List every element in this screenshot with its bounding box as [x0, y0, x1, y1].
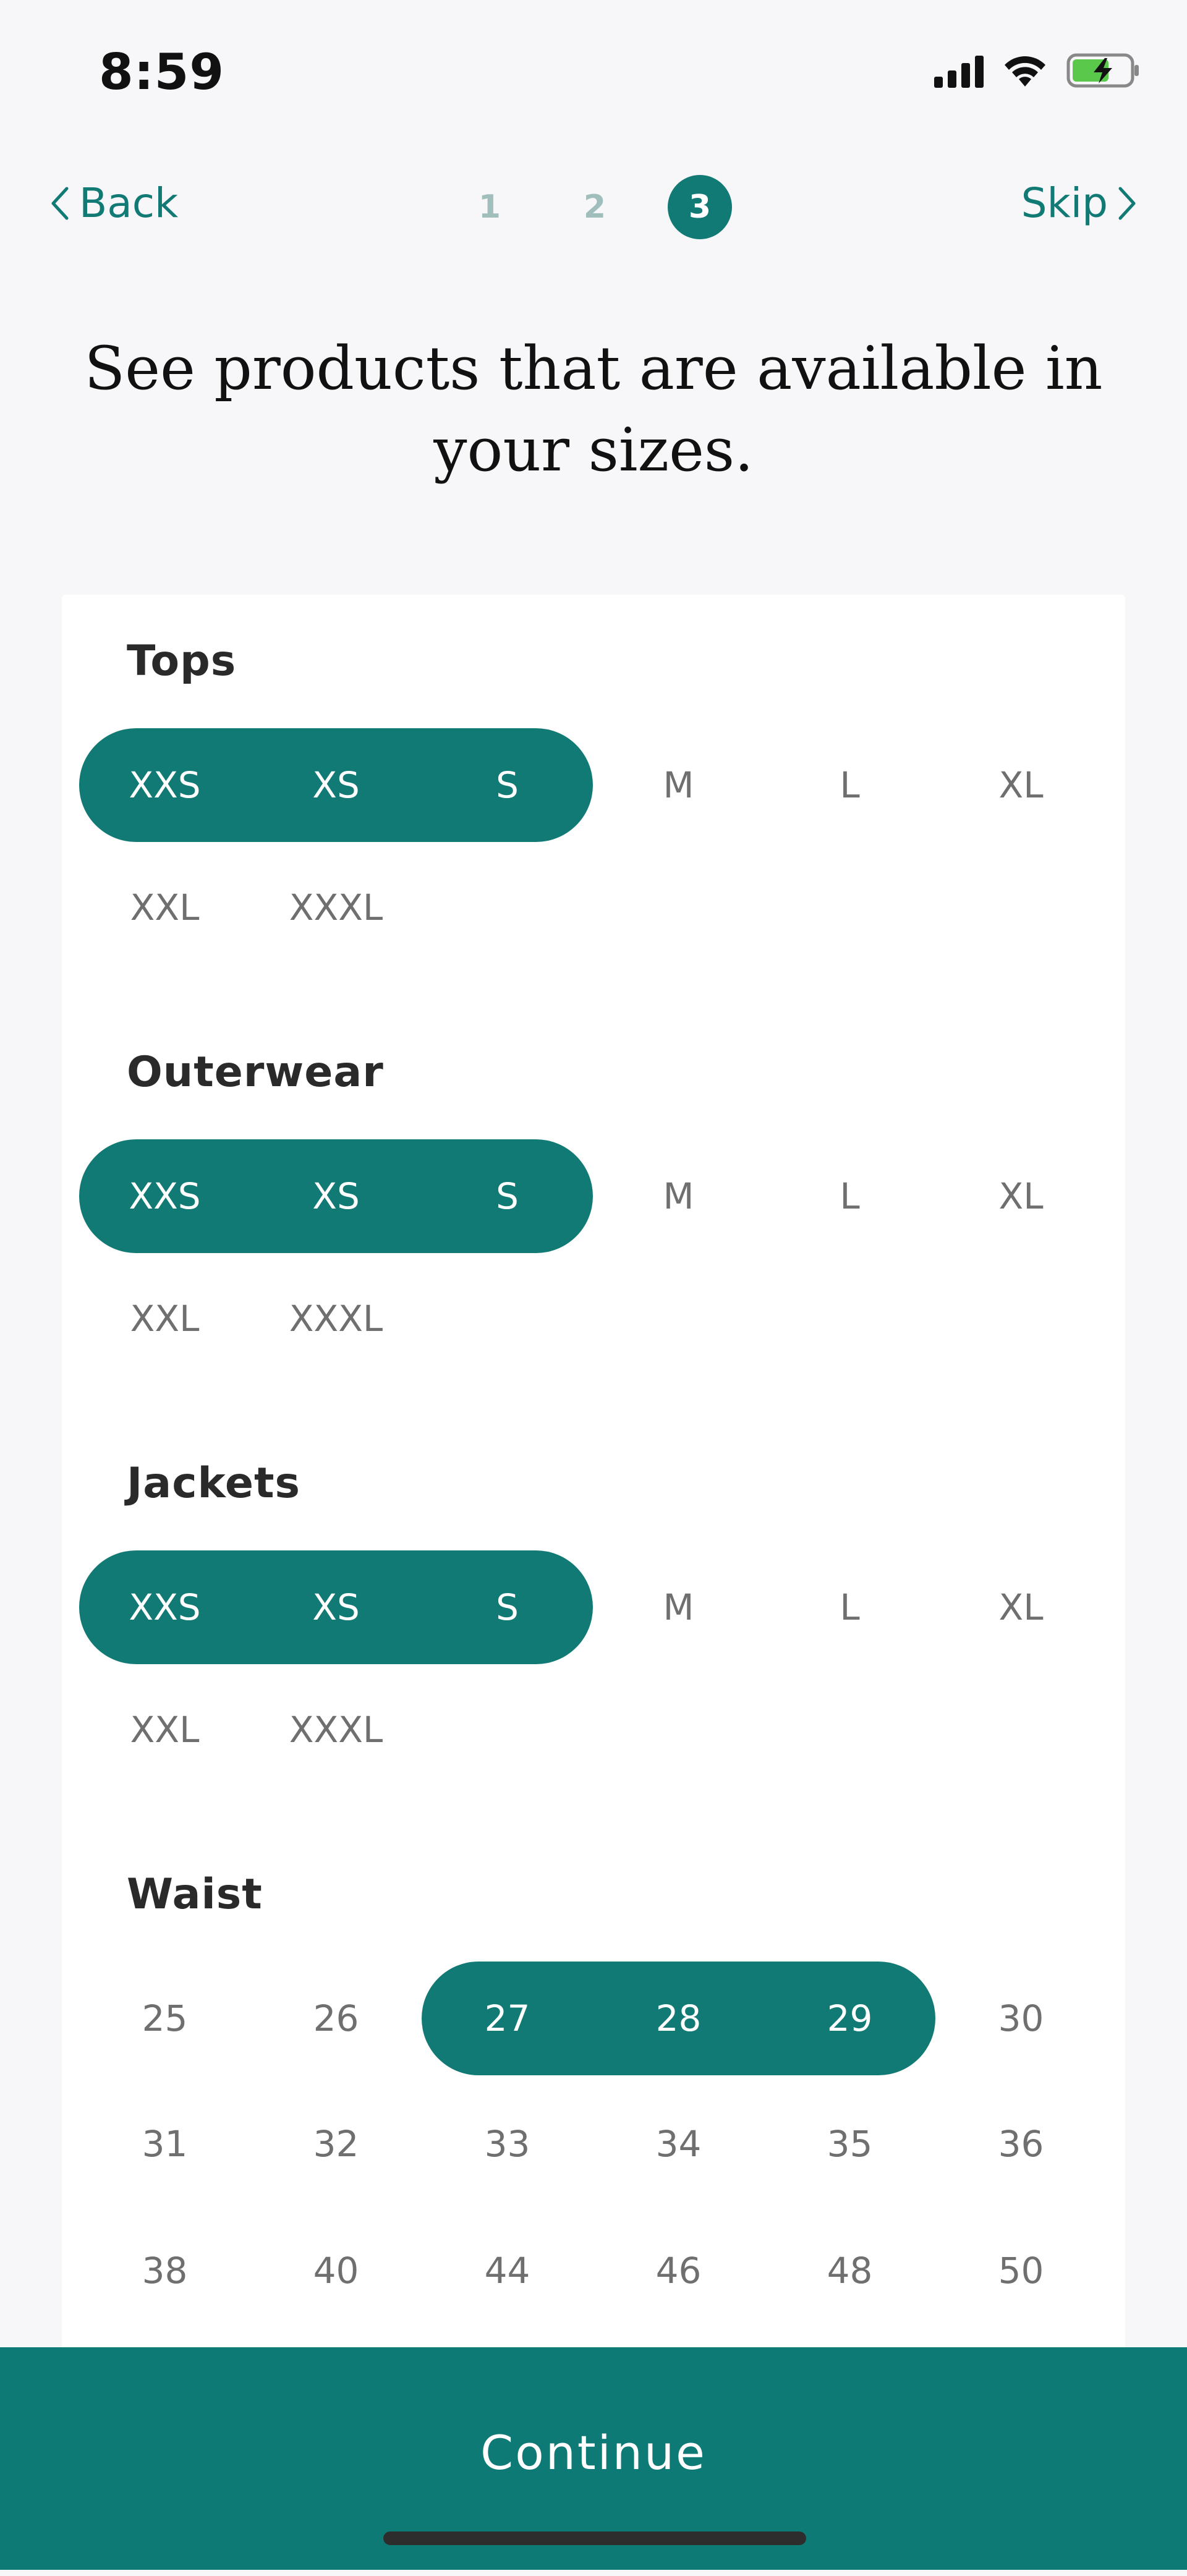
- step-indicator: 1 2 3: [457, 173, 736, 241]
- size-option-waist[interactable]: 50: [935, 2214, 1107, 2327]
- size-option-jackets[interactable]: M: [593, 1550, 764, 1664]
- size-option-outerwear[interactable]: XL: [935, 1139, 1107, 1253]
- size-option-tops[interactable]: XXS: [79, 728, 250, 842]
- size-option-waist[interactable]: 44: [422, 2214, 593, 2327]
- chevron-left-icon: [51, 187, 69, 219]
- battery-charging-icon: [1066, 53, 1139, 88]
- section-title-tops: Tops: [127, 637, 237, 686]
- size-row-waist-1: 25 26 27 28 29 30: [79, 1962, 1108, 2075]
- status-icons: [934, 53, 1141, 88]
- skip-label: Skip: [1021, 179, 1108, 227]
- size-option-outerwear[interactable]: XXL: [79, 1262, 250, 1375]
- size-option-waist[interactable]: 30: [935, 1962, 1107, 2075]
- size-option-waist[interactable]: 27: [422, 1962, 593, 2075]
- size-option-tops[interactable]: XXL: [79, 851, 250, 964]
- size-row-tops-1: XXS XS S M L XL: [79, 728, 1108, 842]
- size-row-jackets-1: XXS XS S M L XL: [79, 1550, 1108, 1664]
- size-option-waist[interactable]: 36: [935, 2087, 1107, 2201]
- size-option-waist[interactable]: 29: [764, 1962, 935, 2075]
- size-row-outerwear-2: XXL XXXL: [79, 1262, 1108, 1375]
- size-row-waist-3: 38 40 44 46 48 50: [79, 2214, 1108, 2327]
- nav-bar: Back 1 2 3 Skip: [0, 167, 1187, 247]
- size-option-waist[interactable]: 48: [764, 2214, 935, 2327]
- size-option-tops[interactable]: L: [764, 728, 935, 842]
- size-option-jackets[interactable]: XS: [250, 1550, 422, 1664]
- size-row-waist-2: 31 32 33 34 35 36: [79, 2087, 1108, 2201]
- size-row-tops-2: XXL XXXL: [79, 851, 1108, 964]
- size-option-jackets[interactable]: L: [764, 1550, 935, 1664]
- status-time: 8:59: [99, 43, 224, 101]
- size-option-waist[interactable]: 33: [422, 2087, 593, 2201]
- size-option-outerwear[interactable]: XXXL: [250, 1262, 422, 1375]
- size-option-waist[interactable]: 25: [79, 1962, 250, 2075]
- skip-button[interactable]: Skip: [1021, 179, 1139, 227]
- size-option-tops[interactable]: XS: [250, 728, 422, 842]
- size-option-waist[interactable]: 38: [79, 2214, 250, 2327]
- step-3-current: 3: [668, 175, 732, 239]
- chevron-right-icon: [1118, 187, 1136, 219]
- size-option-waist[interactable]: 35: [764, 2087, 935, 2201]
- page-title: See products that are available in your …: [84, 334, 1103, 485]
- size-option-tops[interactable]: S: [422, 728, 593, 842]
- back-button[interactable]: Back: [48, 179, 178, 227]
- step-2: 2: [583, 189, 606, 226]
- size-option-waist[interactable]: 46: [593, 2214, 764, 2327]
- size-option-waist[interactable]: 31: [79, 2087, 250, 2201]
- step-1: 1: [478, 189, 501, 226]
- section-title-outerwear: Outerwear: [127, 1048, 384, 1097]
- size-option-jackets[interactable]: XXXL: [250, 1673, 422, 1787]
- size-row-outerwear-1: XXS XS S M L XL: [79, 1139, 1108, 1253]
- size-option-waist[interactable]: 34: [593, 2087, 764, 2201]
- size-option-waist[interactable]: 26: [250, 1962, 422, 2075]
- wifi-icon: [1005, 56, 1045, 87]
- size-option-jackets[interactable]: XXS: [79, 1550, 250, 1664]
- size-option-outerwear[interactable]: XS: [250, 1139, 422, 1253]
- size-row-jackets-2: XXL XXXL: [79, 1673, 1108, 1787]
- home-indicator: [383, 2531, 806, 2545]
- size-option-jackets[interactable]: XXL: [79, 1673, 250, 1787]
- size-option-waist[interactable]: 32: [250, 2087, 422, 2201]
- size-option-tops[interactable]: XXXL: [250, 851, 422, 964]
- size-option-outerwear[interactable]: XXS: [79, 1139, 250, 1253]
- size-option-waist[interactable]: 28: [593, 1962, 764, 2075]
- size-option-waist[interactable]: 40: [250, 2214, 422, 2327]
- size-option-outerwear[interactable]: L: [764, 1139, 935, 1253]
- size-option-jackets[interactable]: S: [422, 1550, 593, 1664]
- size-option-outerwear[interactable]: M: [593, 1139, 764, 1253]
- size-option-tops[interactable]: M: [593, 728, 764, 842]
- status-bar: 8:59: [0, 0, 1187, 142]
- size-option-outerwear[interactable]: S: [422, 1139, 593, 1253]
- cellular-signal-icon: [934, 53, 984, 88]
- size-option-jackets[interactable]: XL: [935, 1550, 1107, 1664]
- back-label: Back: [79, 179, 179, 227]
- size-option-tops[interactable]: XL: [935, 728, 1107, 842]
- section-title-jackets: Jackets: [127, 1459, 300, 1508]
- section-title-waist: Waist: [127, 1870, 263, 1919]
